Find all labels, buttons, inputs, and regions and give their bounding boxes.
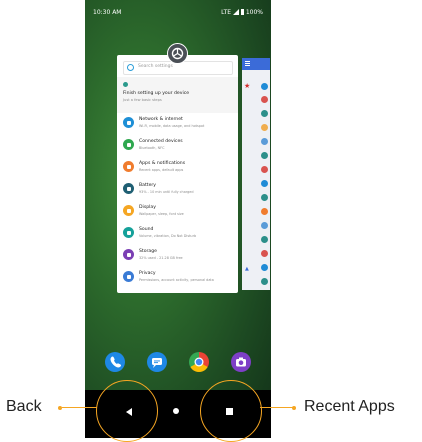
- chrome-icon: [194, 357, 204, 367]
- contact-avatar: [261, 264, 268, 271]
- settings-item-subtitle: 32% used - 21.28 GB free: [139, 256, 183, 260]
- contact-avatar: [261, 180, 268, 187]
- back-highlight-circle: [96, 380, 158, 442]
- devices-icon: [123, 139, 134, 150]
- contact-avatar: [261, 152, 268, 159]
- status-bar: 10:30 AM LTE 100%: [85, 0, 271, 22]
- recent-callout-label: Recent Apps: [304, 398, 395, 415]
- finish-setup-banner[interactable]: Finish setting up your device Just a few…: [117, 77, 238, 113]
- search-icon: [127, 64, 134, 71]
- settings-item-title: Sound: [139, 227, 154, 232]
- gear-icon: [171, 47, 184, 60]
- contact-avatar: [261, 194, 268, 201]
- contact-list: ★ ▲: [242, 78, 270, 288]
- camera-icon: [236, 357, 246, 367]
- settings-item-title: Network & internet: [139, 117, 183, 122]
- recent-highlight-circle: [200, 380, 262, 442]
- menu-icon: [245, 61, 250, 62]
- setup-icon: [123, 82, 128, 87]
- settings-item-title: Storage: [139, 249, 157, 254]
- star-icon: ★: [244, 82, 251, 90]
- finish-setup-title: Finish setting up your device: [123, 91, 190, 96]
- apps-icon: [123, 161, 134, 172]
- settings-item-subtitle: Volume, vibration, Do Not Disturb: [139, 234, 197, 238]
- battery-icon: [240, 9, 244, 15]
- back-callout-label: Back: [6, 398, 42, 415]
- contact-avatar: [261, 222, 268, 229]
- contact-avatar: [261, 208, 268, 215]
- contact-avatar: [261, 96, 268, 103]
- phone-icon: [110, 356, 121, 368]
- settings-item-title: Connected devices: [139, 139, 183, 144]
- recent-card-settings[interactable]: Search settings Finish setting up your d…: [117, 55, 238, 293]
- settings-item-subtitle: Permissions, account activity, personal …: [139, 278, 214, 282]
- contact-avatar: [261, 278, 268, 285]
- phone-screen: 10:30 AM LTE 100% ★ ▲ Search settings Fi…: [85, 0, 271, 438]
- contact-avatar: [261, 236, 268, 243]
- storage-icon: [123, 249, 134, 260]
- letter-marker-icon: ▲: [245, 266, 249, 272]
- settings-item-title: Display: [139, 205, 156, 210]
- recent-card-contacts[interactable]: ★ ▲: [242, 58, 270, 290]
- status-time: 10:30 AM: [93, 9, 122, 16]
- privacy-icon: [123, 271, 134, 282]
- settings-item-subtitle: Wi-Fi, mobile, data usage, and hotspot: [139, 124, 205, 128]
- camera-app-icon[interactable]: [231, 352, 251, 372]
- recent-callout-line: [260, 407, 294, 408]
- settings-app-icon[interactable]: [167, 43, 188, 64]
- back-callout-line: [62, 407, 97, 408]
- sound-icon: [123, 227, 134, 238]
- battery-level: 100%: [245, 9, 263, 16]
- contact-avatar: [261, 110, 268, 117]
- contact-avatar: [261, 166, 268, 173]
- search-placeholder: Search settings: [138, 64, 173, 69]
- battery-icon: [123, 183, 134, 194]
- wifi-icon: [123, 117, 134, 128]
- chrome-app-icon[interactable]: [189, 352, 209, 372]
- messages-app-icon[interactable]: [147, 352, 167, 372]
- settings-item-title: Battery: [139, 183, 157, 188]
- message-icon: [152, 358, 162, 368]
- settings-item-title: Privacy: [139, 271, 156, 276]
- finish-setup-subtitle: Just a few basic steps: [123, 98, 162, 102]
- contact-avatar: [261, 124, 268, 131]
- recent-callout-dot: [292, 406, 296, 410]
- settings-item-subtitle: 93% - 10 min until fully charged: [139, 190, 194, 194]
- settings-item-subtitle: Bluetooth, NFC: [139, 146, 165, 150]
- contact-avatar: [261, 83, 268, 90]
- contact-avatar: [261, 250, 268, 257]
- home-button[interactable]: [173, 408, 179, 414]
- signal-label: LTE: [221, 9, 232, 16]
- settings-item-subtitle: Wallpaper, sleep, font size: [139, 212, 184, 216]
- phone-app-icon[interactable]: [105, 352, 125, 372]
- contact-avatar: [261, 138, 268, 145]
- settings-item-title: Apps & notifications: [139, 161, 186, 166]
- settings-item-subtitle: Recent apps, default apps: [139, 168, 184, 172]
- display-icon: [123, 205, 134, 216]
- signal-icon: [233, 9, 239, 15]
- status-icons: LTE 100%: [221, 9, 263, 16]
- contacts-app-bar: [242, 58, 270, 70]
